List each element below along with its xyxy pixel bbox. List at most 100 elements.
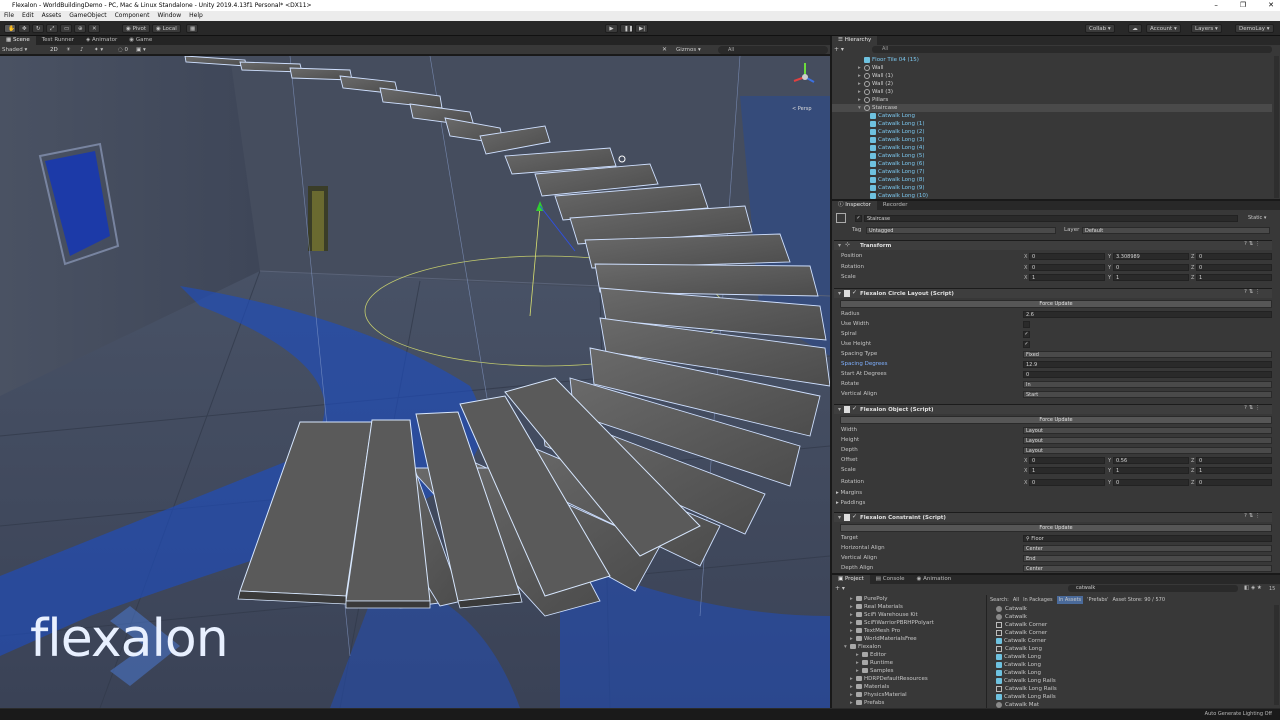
close-button[interactable]: ✕ (1268, 0, 1274, 11)
account-dropdown[interactable]: Account ▾ (1146, 24, 1181, 33)
layer-dropdown[interactable]: Default (1082, 227, 1270, 234)
help-icon[interactable]: ? ⇅ ⋮ (1244, 289, 1261, 295)
project-search-input[interactable]: catwalk (1068, 585, 1238, 592)
object-scale-z-field[interactable]: 1 (1196, 467, 1272, 474)
menu-help[interactable]: Help (189, 11, 203, 21)
horizontal-align-dropdown[interactable]: Center (1023, 545, 1272, 552)
filter-icons[interactable]: ◧ ◈ ★ (1244, 585, 1262, 591)
position-y-field[interactable]: 3.308989 (1113, 253, 1189, 260)
vertical-align-dropdown[interactable]: Start (1023, 391, 1272, 398)
asset-item[interactable]: Catwalk Long (996, 669, 1041, 677)
filter-in-assets[interactable]: In Assets (1056, 596, 1084, 604)
custom-tool-icon[interactable]: ✕ (88, 24, 100, 33)
filter-asset-store[interactable]: Asset Store: 90 / 570 (1112, 596, 1165, 604)
folder-item[interactable]: ▸ HDRPDefaultResources (850, 675, 928, 683)
position-z-field[interactable]: 0 (1196, 253, 1272, 260)
margins-foldout[interactable]: ▸ Margins (836, 489, 862, 498)
scale-z-field[interactable]: 1 (1196, 274, 1272, 281)
depth-dropdown[interactable]: Layout (1023, 447, 1272, 454)
radius-field[interactable]: 2.6 (1023, 311, 1272, 318)
asset-item[interactable]: Catwalk Corner (996, 637, 1046, 645)
paddings-foldout[interactable]: ▸ Paddings (836, 499, 865, 508)
tab-hierarchy[interactable]: ☰ Hierarchy (832, 36, 878, 45)
maximize-button[interactable]: ❐ (1240, 0, 1246, 11)
hierarchy-item[interactable]: Catwalk Long (3) (864, 136, 925, 144)
rotation-z-field[interactable]: 0 (1196, 264, 1272, 271)
transform-tool-icon[interactable]: ⊕ (74, 24, 86, 33)
offset-y-field[interactable]: 0.56 (1113, 457, 1189, 464)
tab-animator[interactable]: ◈ Animator (80, 36, 123, 45)
scale-tool-icon[interactable]: ⤢ (46, 24, 58, 33)
object-scale-y-field[interactable]: 1 (1113, 467, 1189, 474)
folder-item[interactable]: ▸ SciFiWarriorPBRHPPolyart (850, 619, 934, 627)
offset-z-field[interactable]: 0 (1196, 457, 1272, 464)
hierarchy-item[interactable]: Catwalk Long (6) (864, 160, 925, 168)
hierarchy-item[interactable]: Catwalk Long (8) (864, 176, 925, 184)
hierarchy-add-button[interactable]: + ▾ (834, 46, 844, 53)
use-height-checkbox[interactable]: ✓ (1023, 341, 1030, 348)
tag-dropdown[interactable]: Untagged (866, 227, 1056, 234)
width-dropdown[interactable]: Layout (1023, 427, 1272, 434)
camera-settings-icon[interactable]: ▣ ▾ (136, 46, 146, 54)
depth-align-dropdown[interactable]: Center (1023, 565, 1272, 572)
hidden-objects-icon[interactable]: ◌ 0 (118, 46, 128, 54)
local-toggle[interactable]: ◉ Local (152, 24, 181, 33)
active-checkbox[interactable]: ✓ (855, 215, 862, 222)
transform-header[interactable]: Transform (834, 240, 1272, 250)
rotate-dropdown[interactable]: In (1023, 381, 1272, 388)
tab-project[interactable]: ▣ Project (832, 575, 870, 584)
expand-arrow-icon[interactable]: ▾ (838, 290, 841, 297)
target-field[interactable]: ⚲ Floor (1023, 535, 1272, 542)
folder-item[interactable]: ▸ PurePoly (850, 595, 888, 603)
hierarchy-item[interactable]: Catwalk Long (10) (864, 192, 928, 199)
collab-button[interactable]: Collab ▾ (1085, 24, 1115, 33)
move-tool-icon[interactable]: ✥ (18, 24, 30, 33)
project-add-button[interactable]: + ▾ (835, 585, 845, 592)
circle-layout-header[interactable]: Flexalon Circle Layout (Script) (834, 288, 1272, 298)
minimize-button[interactable]: – (1214, 0, 1218, 11)
menu-component[interactable]: Component (115, 11, 150, 21)
start-at-degrees-field[interactable]: 0 (1023, 371, 1272, 378)
asset-item[interactable]: Catwalk Corner (996, 621, 1047, 629)
asset-item[interactable]: Catwalk Long (996, 645, 1042, 653)
hierarchy-item[interactable]: Catwalk Long (5) (864, 152, 925, 160)
position-x-field[interactable]: 0 (1029, 253, 1105, 260)
rotation-x-field[interactable]: 0 (1029, 264, 1105, 271)
hierarchy-item[interactable]: Catwalk Long (1) (864, 120, 925, 128)
project-scrollbar[interactable] (1274, 605, 1279, 705)
folder-item[interactable]: ▸ WorldMaterialsFree (850, 635, 917, 643)
folder-item[interactable]: ▸ Materials (850, 683, 889, 691)
spiral-checkbox[interactable]: ✓ (1023, 331, 1030, 338)
hierarchy-item[interactable]: Floor Tile 04 (15) (858, 56, 919, 64)
folder-item[interactable]: ▸ PhysicsMaterial (850, 691, 907, 699)
offset-x-field[interactable]: 0 (1029, 457, 1105, 464)
tab-test-runner[interactable]: Test Runner (36, 36, 80, 45)
menu-window[interactable]: Window (157, 11, 181, 21)
asset-item[interactable]: Catwalk Long Rails (996, 677, 1056, 685)
use-width-checkbox[interactable] (1023, 321, 1030, 328)
folder-item[interactable]: ▸ Samples (856, 667, 894, 675)
asset-item[interactable]: Catwalk (996, 613, 1027, 621)
force-update-button[interactable]: Force Update (840, 416, 1272, 424)
tab-animation[interactable]: ◉ Animation (911, 575, 958, 584)
folder-item[interactable]: ▸ Editor (856, 651, 886, 659)
help-icon[interactable]: ? ⇅ ⋮ (1244, 513, 1261, 519)
folder-item[interactable]: ▸ Prefabs (850, 699, 884, 707)
shading-mode-dropdown[interactable]: Shaded ▾ (2, 46, 27, 54)
hierarchy-item[interactable]: ▸ Wall (858, 64, 884, 72)
folder-item[interactable]: ▸ Real Materials (850, 603, 903, 611)
scene-search-input[interactable]: All (718, 46, 828, 54)
layout-dropdown[interactable]: DemoLay ▾ (1235, 24, 1274, 33)
constraint-header[interactable]: Flexalon Constraint (Script) (834, 512, 1272, 522)
force-update-button[interactable]: Force Update (840, 524, 1272, 532)
rect-tool-icon[interactable]: ▭ (60, 24, 72, 33)
hierarchy-item[interactable]: Catwalk Long (9) (864, 184, 925, 192)
pivot-toggle[interactable]: ◉ Pivot (122, 24, 151, 33)
layers-dropdown[interactable]: Layers ▾ (1191, 24, 1222, 33)
expand-arrow-icon[interactable]: ▾ (838, 514, 841, 521)
object-name-field[interactable]: Staircase (864, 215, 1238, 222)
hierarchy-item[interactable]: ▸ Wall (3) (858, 88, 893, 96)
flexalon-object-header[interactable]: Flexalon Object (Script) (834, 404, 1272, 414)
hierarchy-item[interactable]: ▸ Wall (1) (858, 72, 893, 80)
filter-in-packages[interactable]: In Packages (1023, 596, 1053, 604)
